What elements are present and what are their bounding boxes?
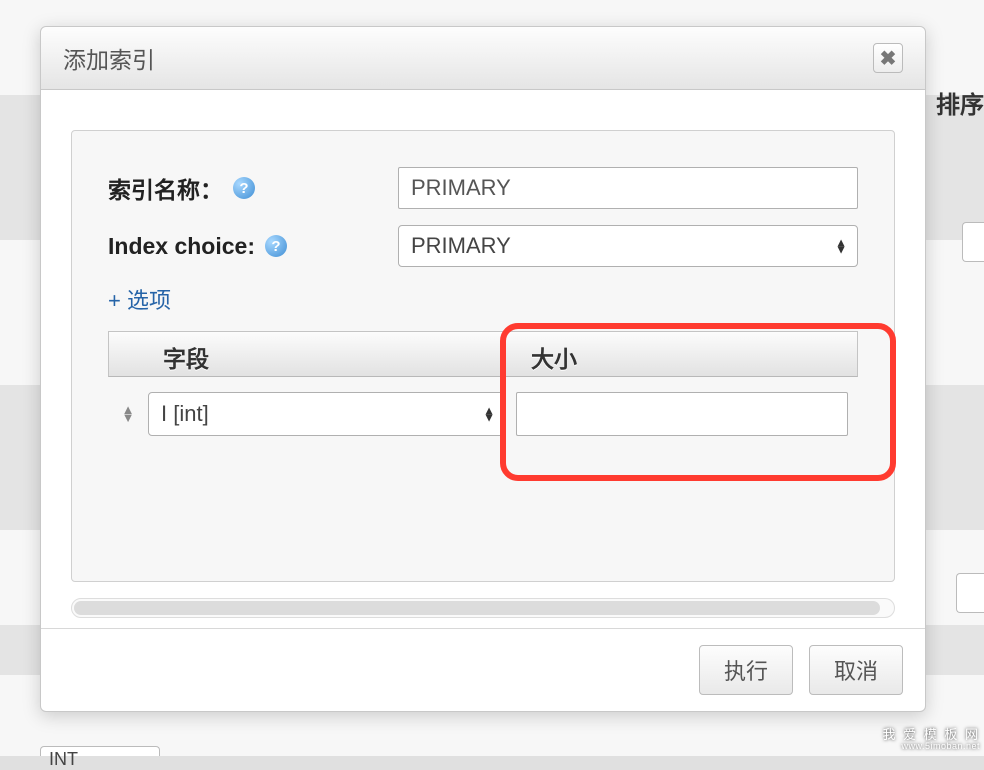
background-type-select[interactable]: INT bbox=[40, 746, 160, 756]
index-name-input[interactable] bbox=[398, 167, 858, 209]
watermark: 我 爱 模 板 网 www.5imoban.net bbox=[883, 728, 980, 752]
dialog-titlebar: 添加索引 ✖ bbox=[41, 27, 925, 90]
select-value: PRIMARY bbox=[411, 233, 511, 259]
background-column-label: 排序 bbox=[936, 85, 984, 120]
scrollbar-thumb[interactable] bbox=[74, 601, 880, 615]
field-select[interactable]: I [int] ▲▼ bbox=[148, 392, 506, 436]
chevron-updown-icon: ▲▼ bbox=[835, 239, 847, 252]
help-icon[interactable]: ? bbox=[233, 177, 255, 199]
size-input[interactable] bbox=[516, 392, 848, 436]
drag-column-header bbox=[109, 332, 149, 376]
help-icon[interactable]: ? bbox=[265, 235, 287, 257]
select-value: I [int] bbox=[161, 401, 209, 427]
watermark-line2: www.5imoban.net bbox=[883, 742, 980, 752]
options-toggle-link[interactable]: + 选项 bbox=[108, 283, 171, 315]
columns-table: 字段 大小 ▲▼ I [int] ▲▼ bbox=[108, 331, 858, 451]
size-column-header: 大小 bbox=[517, 332, 857, 376]
cancel-button[interactable]: 取消 bbox=[809, 645, 903, 695]
label-text: 索引名称： bbox=[108, 171, 223, 205]
index-name-label: 索引名称： ? bbox=[108, 171, 398, 205]
index-name-row: 索引名称： ? bbox=[108, 167, 858, 209]
chevron-updown-icon: ▲▼ bbox=[483, 407, 495, 420]
index-choice-row: Index choice: ? PRIMARY ▲▼ bbox=[108, 225, 858, 267]
horizontal-scrollbar[interactable] bbox=[71, 598, 895, 618]
index-form-panel: 索引名称： ? Index choice: ? PRIMARY ▲▼ + 选项 bbox=[71, 130, 895, 582]
dialog-body: 索引名称： ? Index choice: ? PRIMARY ▲▼ + 选项 bbox=[41, 90, 925, 592]
background-partial-input bbox=[956, 573, 984, 613]
close-button[interactable]: ✖ bbox=[873, 43, 903, 73]
table-row: ▲▼ I [int] ▲▼ bbox=[108, 377, 858, 451]
index-choice-label: Index choice: ? bbox=[108, 233, 398, 260]
dialog-title: 添加索引 bbox=[63, 41, 155, 75]
dialog-footer: 执行 取消 bbox=[41, 628, 925, 711]
label-text: Index choice: bbox=[108, 233, 255, 260]
close-icon: ✖ bbox=[880, 46, 897, 71]
background-partial-input bbox=[962, 222, 984, 262]
execute-button[interactable]: 执行 bbox=[699, 645, 793, 695]
drag-handle-icon[interactable]: ▲▼ bbox=[122, 406, 135, 422]
index-choice-select[interactable]: PRIMARY ▲▼ bbox=[398, 225, 858, 267]
size-cell bbox=[516, 392, 858, 436]
add-index-dialog: 添加索引 ✖ 索引名称： ? Index choice: ? PRIMARY bbox=[40, 26, 926, 712]
field-cell: I [int] ▲▼ bbox=[148, 392, 516, 436]
watermark-line1: 我 爱 模 板 网 bbox=[883, 728, 980, 742]
field-column-header: 字段 bbox=[149, 332, 517, 376]
table-header: 字段 大小 bbox=[108, 331, 858, 377]
drag-cell: ▲▼ bbox=[108, 406, 148, 422]
